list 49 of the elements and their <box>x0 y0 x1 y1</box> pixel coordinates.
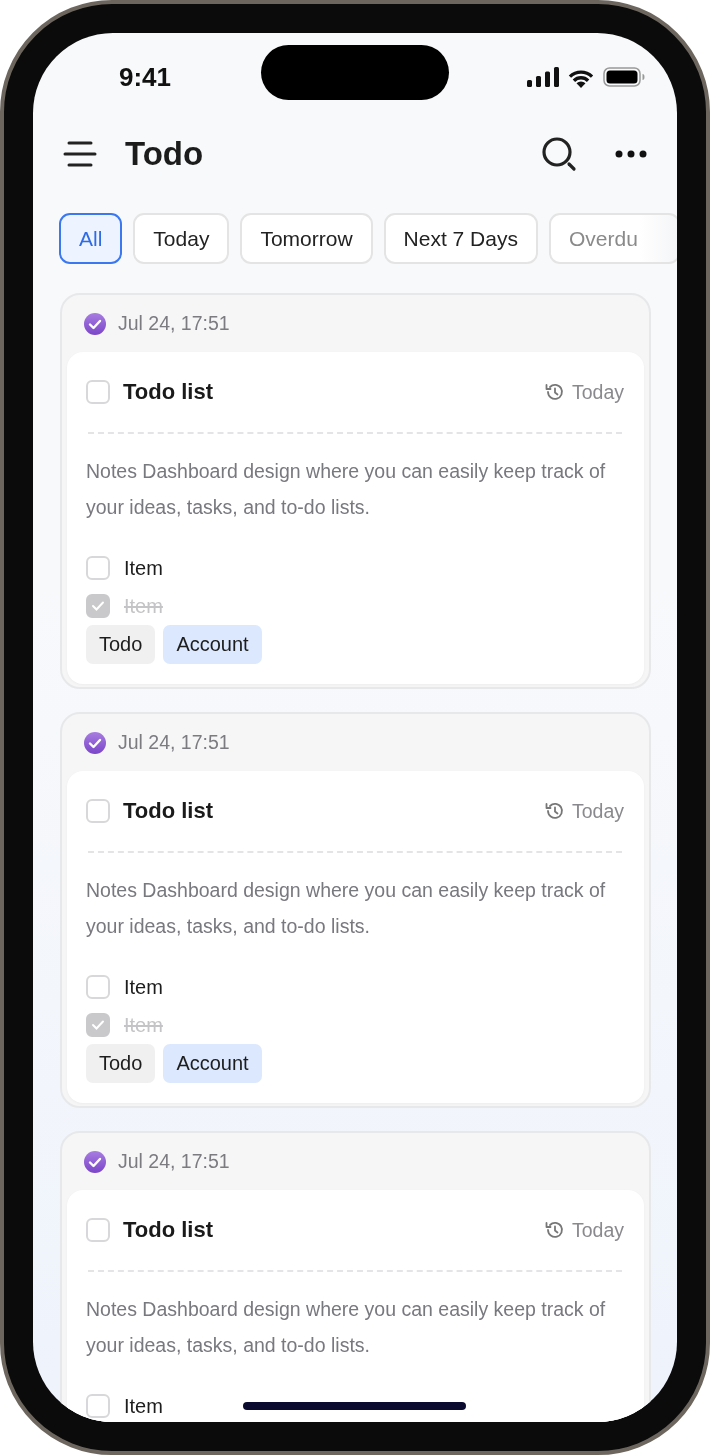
filter-tab[interactable]: Today <box>133 213 230 264</box>
note-date: Jul 24, 17:51 <box>118 1150 230 1173</box>
check-circle-icon <box>84 312 106 335</box>
signal-icon <box>527 67 559 87</box>
checkbox[interactable] <box>86 594 110 618</box>
checklist-item: Item <box>124 1394 163 1418</box>
battery-icon <box>603 67 645 87</box>
checklist-item: Item <box>124 1013 163 1037</box>
history-icon <box>543 801 564 821</box>
search-icon[interactable] <box>541 136 577 172</box>
tag[interactable]: Account <box>163 1044 262 1083</box>
menu-icon[interactable] <box>63 140 97 168</box>
checklist-item: Item <box>124 975 163 999</box>
checkbox[interactable] <box>86 380 110 404</box>
checkbox[interactable] <box>86 1218 110 1242</box>
filter-tab[interactable]: Tomorrow <box>240 213 373 264</box>
page-title: Todo <box>125 135 205 173</box>
tag[interactable]: Todo <box>86 1044 156 1083</box>
note-description: Notes Dashboard design where you can easily keep track of your ideas, tasks, and to-do lists. <box>86 459 607 520</box>
checkbox[interactable] <box>86 556 110 580</box>
status-time: 9:41 <box>119 61 172 93</box>
filter-tab[interactable]: Next 7 Days <box>383 213 538 264</box>
due-label: Today <box>571 799 624 823</box>
note-description: Notes Dashboard design where you can easily keep track of your ideas, tasks, and to-do lists. <box>86 878 607 939</box>
note-title: Todo list <box>123 1217 215 1243</box>
filter-tab[interactable]: All <box>59 213 123 264</box>
checklist-item: Item <box>124 594 163 618</box>
due-label: Today <box>571 1218 624 1242</box>
checkbox[interactable] <box>86 975 110 999</box>
note-card[interactable]: Jul 24, 17:51 Todo list Today Notes Dashboard design where you can easily keep track of your ideas, tasks, and to-do lists. Item Item Todo Account <box>60 712 651 1108</box>
note-description: Notes Dashboard design where you can easily keep track of your ideas, tasks, and to-do lists. <box>86 1297 607 1358</box>
check-circle-icon <box>84 731 106 754</box>
note-date: Jul 24, 17:51 <box>118 731 230 754</box>
checkbox[interactable] <box>86 1013 110 1037</box>
history-icon <box>543 1220 564 1240</box>
checkbox[interactable] <box>86 799 110 823</box>
checkbox[interactable] <box>86 1394 110 1418</box>
note-title: Todo list <box>123 798 215 824</box>
tag[interactable]: Account <box>163 625 262 664</box>
more-icon[interactable] <box>615 150 647 158</box>
note-card[interactable]: Jul 24, 17:51 Todo list Today Notes Dashboard design where you can easily keep track of your ideas, tasks, and to-do lists. Item Item Todo Account <box>60 293 651 689</box>
note-card[interactable]: Jul 24, 17:51 Todo list Today Notes Dashboard design where you can easily keep track of your ideas, tasks, and to-do lists. Item <box>60 1131 651 1422</box>
checklist-item: Item <box>124 556 163 580</box>
tag[interactable]: Todo <box>86 625 156 664</box>
note-title: Todo list <box>123 379 215 405</box>
history-icon <box>543 382 564 402</box>
note-date: Jul 24, 17:51 <box>118 312 230 335</box>
due-label: Today <box>571 380 624 404</box>
check-circle-icon <box>84 1150 106 1173</box>
